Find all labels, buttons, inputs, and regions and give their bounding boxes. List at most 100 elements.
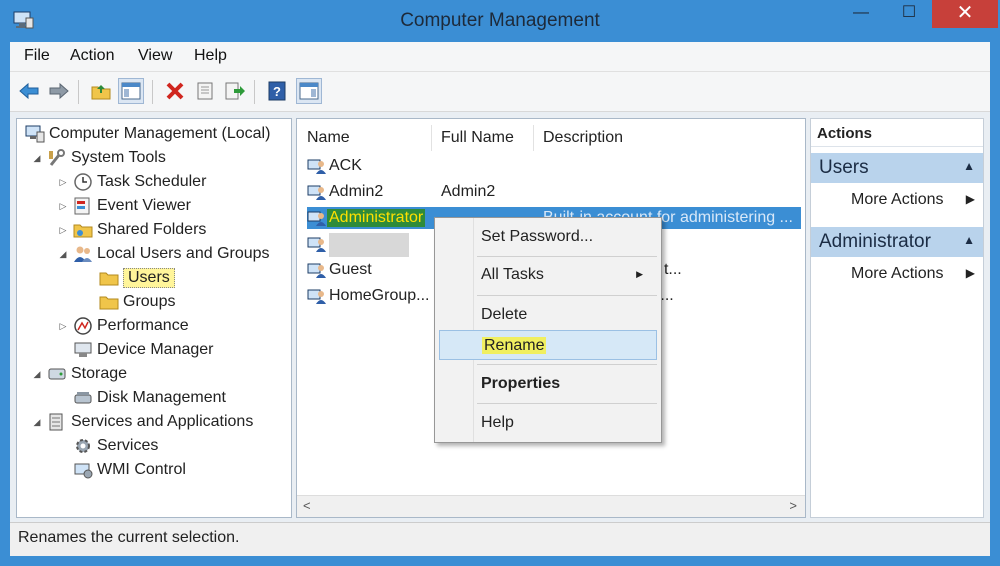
collapse-arrow-icon[interactable]: ◢	[31, 417, 43, 428]
tree-item-groups[interactable]: Groups	[95, 291, 175, 313]
user-icon	[307, 183, 327, 201]
disk-management-icon	[73, 389, 93, 407]
tree-item-task-scheduler[interactable]: ▷ Task Scheduler	[57, 171, 206, 193]
menu-view[interactable]: View	[138, 47, 172, 65]
tree-item-event-viewer[interactable]: ▷ Event Viewer	[57, 195, 191, 217]
maximize-button[interactable]: ☐	[886, 0, 932, 28]
tree-item-local-users-groups[interactable]: ◢ Local Users and Groups	[57, 243, 270, 265]
menu-item-label: All Tasks	[481, 266, 544, 283]
tree-item-services-applications[interactable]: ◢ Services and Applications	[31, 411, 253, 433]
delete-icon[interactable]	[162, 78, 188, 104]
submenu-arrow-icon: ▶	[965, 192, 975, 206]
minimize-button[interactable]: —	[838, 0, 884, 28]
more-actions-users[interactable]: More Actions ▶	[811, 187, 983, 213]
tree-item-users[interactable]: Users	[95, 267, 175, 289]
collapse-section-icon[interactable]: ▲	[963, 159, 975, 173]
computer-management-icon	[25, 125, 45, 143]
actions-header: Actions	[811, 119, 983, 147]
tree-label: Task Scheduler	[97, 173, 207, 190]
user-name: Admin2	[329, 183, 384, 200]
menu-item-label: Set Password...	[481, 228, 594, 245]
status-text: Renames the current selection.	[18, 529, 240, 546]
actions-section-users[interactable]: Users ▲	[811, 153, 983, 183]
menu-help[interactable]: Help	[194, 47, 227, 65]
help-icon[interactable]: ?	[264, 78, 290, 104]
horizontal-scrollbar[interactable]: < >	[297, 495, 805, 517]
back-arrow-icon[interactable]	[16, 78, 42, 104]
computer-management-window: Computer Management — ☐ ✕ File Action Vi…	[0, 0, 1000, 566]
tree-label: Shared Folders	[97, 221, 207, 238]
user-icon	[307, 209, 327, 227]
column-divider[interactable]	[431, 125, 432, 151]
menu-separator	[477, 403, 657, 404]
section-title: Users	[819, 157, 869, 178]
user-icon	[307, 261, 327, 279]
tree-item-performance[interactable]: ▷ Performance	[57, 315, 189, 337]
collapse-arrow-icon[interactable]: ◢	[31, 153, 43, 164]
expand-arrow-icon[interactable]: ▷	[57, 201, 69, 212]
show-hide-action-pane-icon[interactable]	[296, 78, 322, 104]
tree-label: System Tools	[71, 149, 166, 166]
tree-item-device-manager[interactable]: Device Manager	[69, 339, 214, 361]
toolbar: ?	[10, 72, 990, 112]
column-header-full-name[interactable]: Full Name	[441, 129, 514, 147]
expand-arrow-icon[interactable]: ▷	[57, 321, 69, 332]
close-button[interactable]: ✕	[932, 0, 998, 28]
tree-item-services[interactable]: Services	[69, 435, 158, 457]
console-tree: Computer Management (Local) ◢ System Too…	[16, 118, 292, 518]
column-header-name[interactable]: Name	[307, 129, 350, 147]
actions-pane: Actions Users ▲ More Actions ▶ Administr…	[810, 118, 984, 518]
collapse-arrow-icon[interactable]: ◢	[57, 249, 69, 260]
menu-item-delete[interactable]: Delete	[439, 300, 657, 330]
user-name: ACK	[329, 157, 362, 174]
tree-item-disk-management[interactable]: Disk Management	[69, 387, 226, 409]
list-item[interactable]: Admin2 Admin2	[307, 181, 801, 203]
tree-label: Storage	[71, 365, 128, 382]
column-divider[interactable]	[533, 125, 534, 151]
properties-icon[interactable]	[192, 78, 218, 104]
tree-item-shared-folders[interactable]: ▷ Shared Folders	[57, 219, 207, 241]
more-actions-administrator[interactable]: More Actions ▶	[811, 261, 983, 287]
tree-item-storage[interactable]: ◢ Storage	[31, 363, 128, 385]
scroll-right-button[interactable]: >	[789, 498, 797, 513]
user-icon	[307, 157, 327, 175]
collapse-section-icon[interactable]: ▲	[963, 233, 975, 247]
collapse-arrow-icon[interactable]: ◢	[31, 369, 43, 380]
menu-item-properties[interactable]: Properties	[439, 369, 657, 399]
menu-separator	[477, 364, 657, 365]
tree-item-computer-management[interactable]: Computer Management (Local)	[21, 123, 270, 145]
tree-item-wmi-control[interactable]: WMI Control	[69, 459, 186, 481]
menu-item-set-password[interactable]: Set Password...	[439, 222, 657, 252]
tree-label: Groups	[123, 293, 176, 310]
user-icon	[307, 235, 327, 253]
show-hide-tree-icon[interactable]	[118, 78, 144, 104]
up-folder-icon[interactable]	[88, 78, 114, 104]
menu-bar: File Action View Help	[10, 42, 990, 72]
column-header-description[interactable]: Description	[543, 129, 623, 147]
title-bar[interactable]: Computer Management — ☐ ✕	[0, 0, 1000, 42]
tree-label: Services and Applications	[71, 413, 254, 430]
storage-icon	[47, 365, 67, 383]
actions-section-administrator[interactable]: Administrator ▲	[811, 227, 983, 257]
menu-item-all-tasks[interactable]: All Tasks ▶	[439, 260, 657, 290]
forward-arrow-icon[interactable]	[46, 78, 72, 104]
tree-label: Performance	[97, 317, 189, 334]
tree-label: Local Users and Groups	[97, 245, 270, 262]
submenu-arrow-icon: ▶	[636, 269, 643, 279]
expand-arrow-icon[interactable]: ▷	[57, 177, 69, 188]
menu-separator	[477, 295, 657, 296]
tree-item-system-tools[interactable]: ◢ System Tools	[31, 147, 166, 169]
menu-action[interactable]: Action	[70, 47, 114, 65]
user-name: HomeGroup...	[329, 287, 430, 304]
more-actions-label: More Actions	[851, 265, 944, 282]
tools-icon	[47, 149, 67, 167]
menu-separator	[477, 256, 657, 257]
scroll-left-button[interactable]: <	[303, 498, 311, 513]
folder-icon	[99, 269, 119, 287]
export-list-icon[interactable]	[222, 78, 248, 104]
list-item[interactable]: ACK	[307, 155, 801, 177]
menu-item-help[interactable]: Help	[439, 408, 657, 438]
expand-arrow-icon[interactable]: ▷	[57, 225, 69, 236]
menu-item-rename[interactable]: Rename	[439, 330, 657, 360]
menu-file[interactable]: File	[24, 47, 50, 65]
